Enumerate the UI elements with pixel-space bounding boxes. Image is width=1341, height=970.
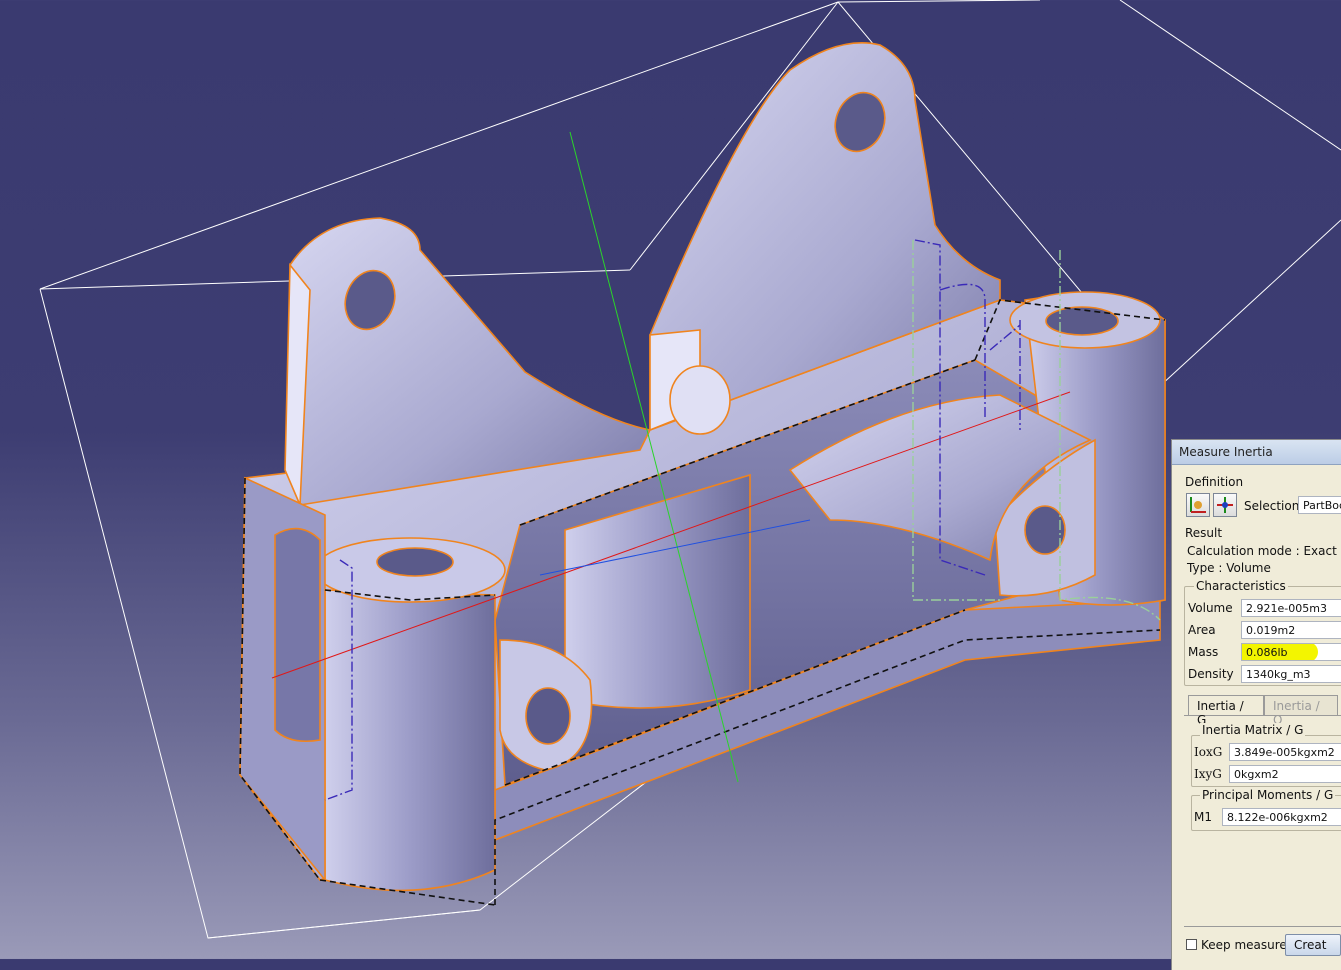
panel-titlebar[interactable]: Measure Inertia — [1172, 440, 1341, 465]
density-label: Density — [1188, 667, 1234, 681]
keep-measure-checkbox[interactable] — [1186, 939, 1197, 950]
3d-viewport[interactable] — [0, 0, 1341, 959]
mass-field: 0.086lb — [1241, 643, 1341, 661]
panel-divider — [1184, 926, 1341, 927]
cad-model-canvas[interactable] — [0, 0, 1341, 959]
ioxg-label: IoxG — [1194, 745, 1223, 759]
tab-baseline — [1184, 715, 1341, 716]
measure-inertia-panel[interactable]: Measure Inertia Definition Selection : P… — [1171, 439, 1341, 970]
m1-label: M1 — [1194, 810, 1212, 824]
characteristics-label: Characteristics — [1194, 579, 1288, 593]
inertia-axes-icon[interactable] — [1186, 493, 1210, 517]
type-value: Type : Volume — [1187, 561, 1271, 575]
area-label: Area — [1188, 623, 1216, 637]
panel-title: Measure Inertia — [1179, 445, 1273, 459]
mass-label: Mass — [1188, 645, 1219, 659]
tab-inertia-g[interactable]: Inertia / G — [1188, 695, 1264, 727]
ixyg-label: IxyG — [1194, 767, 1222, 781]
mass-value: 0.086lb — [1246, 646, 1288, 659]
tab-inertia-o[interactable]: Inertia / O — [1264, 695, 1338, 727]
ioxg-field: 3.849e-005kgxm2 — [1229, 743, 1341, 761]
m1-field: 8.122e-006kgxm2 — [1222, 808, 1341, 826]
density-field: 1340kg_m3 — [1241, 665, 1341, 683]
volume-label: Volume — [1188, 601, 1233, 615]
volume-field: 2.921e-005m3 — [1241, 599, 1341, 617]
ixyg-field: 0kgxm2 — [1229, 765, 1341, 783]
definition-label: Definition — [1185, 475, 1244, 489]
result-label: Result — [1185, 526, 1223, 540]
principal-moments-label: Principal Moments / G — [1200, 788, 1336, 802]
keep-measure-label: Keep measure — [1201, 938, 1287, 952]
inertia-matrix-label: Inertia Matrix / G — [1200, 723, 1306, 737]
inertia-point-icon[interactable] — [1213, 493, 1237, 517]
selection-field[interactable]: PartBoc — [1298, 496, 1341, 514]
calculation-mode: Calculation mode : Exact — [1187, 544, 1337, 558]
area-field: 0.019m2 — [1241, 621, 1341, 639]
create-button[interactable]: Creat — [1285, 934, 1341, 956]
cad-part[interactable] — [239, 42, 1166, 892]
